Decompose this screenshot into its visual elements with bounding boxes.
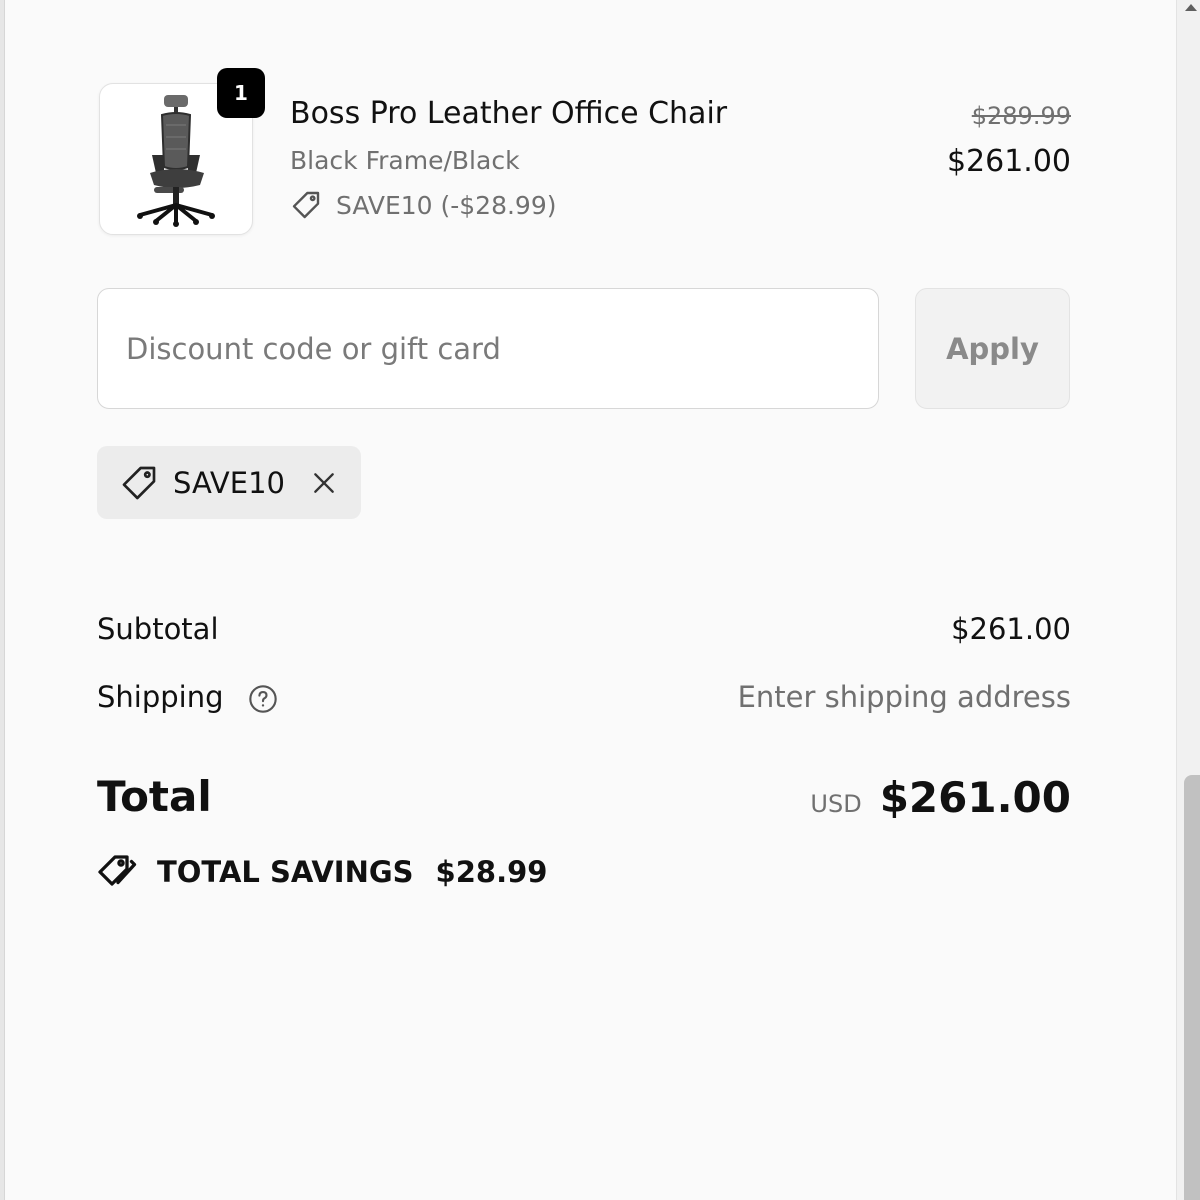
apply-button[interactable]: Apply <box>915 288 1070 409</box>
price-current: $261.00 <box>946 144 1071 179</box>
total-amount: $261.00 <box>879 773 1071 822</box>
scrollbar-thumb[interactable] <box>1184 775 1200 1200</box>
panel-divider <box>0 0 5 1200</box>
applied-discount-chip: SAVE10 <box>97 446 361 519</box>
tag-icon <box>292 191 320 219</box>
total-currency: USD <box>810 790 862 818</box>
savings-amount: $28.99 <box>435 855 548 889</box>
remove-discount-button[interactable] <box>309 468 339 498</box>
office-chair-icon <box>137 95 215 227</box>
total-value-group: USD $261.00 <box>810 773 1071 822</box>
total-savings: TOTAL SAVINGS $28.99 <box>97 853 547 891</box>
product-discount: SAVE10 (-$28.99) <box>290 189 557 221</box>
product-name: Boss Pro Leather Office Chair <box>290 96 728 131</box>
shipping-row: Shipping <box>97 680 279 715</box>
tag-icon <box>122 466 156 499</box>
close-icon <box>314 472 334 493</box>
product-variant: Black Frame/Black <box>290 146 520 175</box>
help-icon[interactable] <box>247 683 279 715</box>
discount-code-input[interactable] <box>97 288 879 409</box>
total-label: Total <box>97 772 212 821</box>
checkout-order-summary: 1 Boss Pro Leather Office Chair Black Fr… <box>0 0 1200 1200</box>
subtotal-label: Subtotal <box>97 612 219 646</box>
shipping-label: Shipping <box>97 680 224 714</box>
tags-icon <box>98 855 137 886</box>
subtotal-value: $261.00 <box>951 612 1071 646</box>
savings-label: TOTAL SAVINGS <box>157 855 414 889</box>
shipping-value: Enter shipping address <box>737 680 1071 714</box>
product-discount-text: SAVE10 (-$28.99) <box>336 190 557 220</box>
scroll-up-arrow-icon[interactable] <box>1185 4 1197 11</box>
quantity-badge: 1 <box>217 68 265 118</box>
applied-discount-code: SAVE10 <box>173 465 285 500</box>
price-original: $289.99 <box>971 102 1071 130</box>
